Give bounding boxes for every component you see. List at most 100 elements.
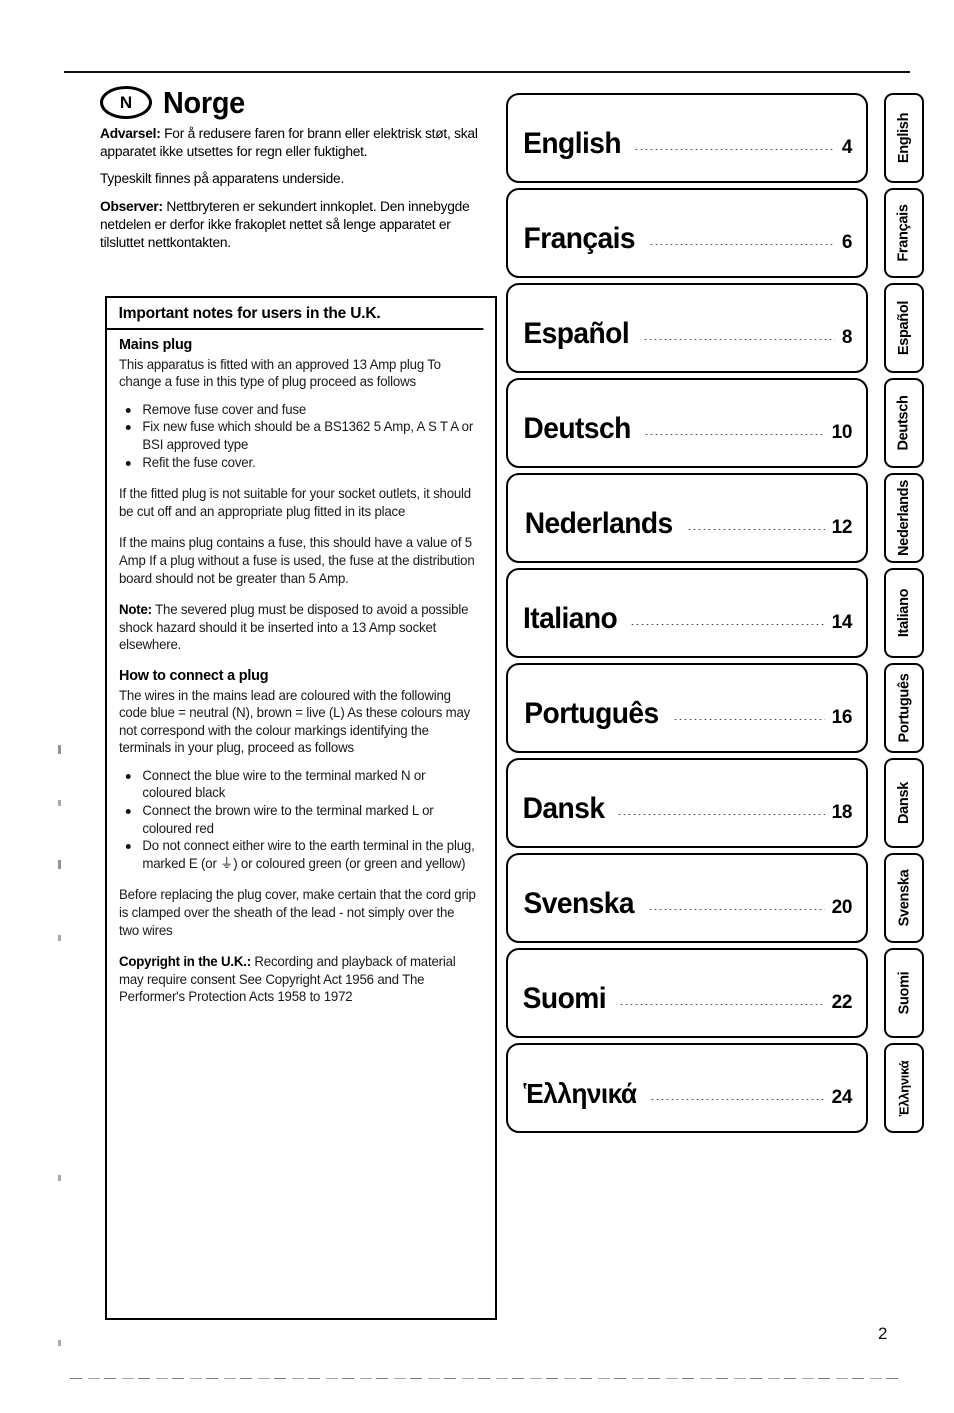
dot-leader	[634, 144, 835, 150]
page-reference: 20	[831, 897, 853, 918]
language-entry-français[interactable]: Français 6	[506, 188, 868, 278]
uk-notes-title: Important notes for users in the U.K.	[107, 298, 484, 330]
copyright-paragraph: Copyright in the U.K.: Recording and pla…	[119, 953, 476, 1006]
language-label: English	[523, 127, 622, 160]
mains-plug-steps: Remove fuse cover and fuse Fix new fuse …	[119, 401, 485, 471]
observer-paragraph: Observer: Nettbryteren er sekundert innk…	[100, 198, 488, 253]
language-entry-row: Español 8	[520, 317, 852, 351]
language-tab-strip: English Français Español Deutsch Nederlands I…	[884, 93, 924, 1138]
language-tab-label: Español	[896, 300, 912, 356]
language-tab-deutsch[interactable]: Deutsch	[884, 378, 924, 468]
language-tab-português[interactable]: Português	[884, 663, 924, 753]
uk-notes-box: Important notes for users in the U.K. Ma…	[105, 296, 497, 1320]
language-entry-deutsch[interactable]: Deutsch 10	[506, 378, 868, 468]
language-entry-row: Nederlands 12	[520, 507, 853, 541]
language-label: Nederlands	[524, 507, 674, 540]
norway-notice-section: N Norge Advarsel: For å redusere faren f…	[100, 86, 500, 261]
list-item: Do not connect either wire to the earth …	[119, 837, 476, 872]
language-tab-label: Français	[896, 204, 912, 262]
country-heading: N Norge	[100, 86, 500, 119]
language-entry-svenska[interactable]: Svenska 20	[506, 853, 868, 943]
cord-grip-paragraph: Before replacing the plug cover, make ce…	[119, 887, 476, 938]
language-entry-row: English 4	[520, 127, 852, 161]
language-label: Dansk	[522, 792, 605, 825]
language-tab-dansk[interactable]: Dansk	[884, 758, 924, 848]
language-entry-italiano[interactable]: Italiano 14	[506, 568, 868, 658]
language-entry-row: Ἑλληνικά 24	[520, 1078, 853, 1110]
top-rule	[64, 71, 910, 73]
language-label: Suomi	[522, 982, 607, 1015]
language-contents-list: English 4 Français 6 Español 8 Deutsch 10 Nederl…	[506, 93, 868, 1138]
language-label: Français	[523, 222, 636, 255]
language-tab-label: Nederlands	[896, 480, 913, 556]
severed-plug-note: Note: The severed plug must be disposed …	[119, 601, 476, 654]
language-tab-français[interactable]: Français	[884, 188, 924, 278]
language-entry-row: Français 6	[520, 222, 853, 256]
page-reference: 8	[841, 327, 853, 348]
country-code-badge: N	[100, 86, 152, 119]
language-entry-suomi[interactable]: Suomi 22	[506, 948, 868, 1038]
language-tab-nederlands[interactable]: Nederlands	[884, 473, 924, 563]
language-entry-português[interactable]: Português 16	[506, 663, 868, 753]
language-tab-italiano[interactable]: Italiano	[884, 568, 924, 658]
page-reference: 4	[841, 137, 853, 158]
dot-leader	[648, 239, 835, 245]
list-item: Connect the brown wire to the terminal m…	[119, 802, 476, 837]
language-entry-row: Italiano 14	[520, 602, 852, 636]
language-entry-nederlands[interactable]: Nederlands 12	[506, 473, 868, 563]
margin-tick	[58, 745, 61, 754]
list-item: Refit the fuse cover.	[119, 454, 476, 472]
language-label: Español	[523, 317, 630, 350]
language-entry-row: Dansk 18	[520, 792, 853, 826]
page-reference: 24	[831, 1087, 853, 1108]
typeplate-text: Typeskilt finnes på apparatens underside…	[100, 171, 345, 188]
language-tab-label: Italiano	[896, 588, 913, 638]
language-entry-español[interactable]: Español 8	[506, 283, 868, 373]
page-reference: 18	[831, 802, 853, 823]
margin-tick	[58, 860, 61, 869]
dot-leader	[647, 904, 825, 910]
language-tab-label: Ἑλληνικά	[896, 1060, 912, 1116]
observer-lead: Observer:	[100, 198, 163, 215]
margin-tick	[58, 1175, 61, 1181]
note-lead: Note:	[119, 602, 152, 618]
margin-tick	[58, 800, 61, 806]
page-number: 2	[878, 1324, 888, 1343]
language-entry-dansk[interactable]: Dansk 18	[506, 758, 868, 848]
page-reference: 22	[831, 992, 853, 1013]
page-title: Norge	[163, 85, 245, 120]
warning-lead: Advarsel:	[100, 126, 161, 142]
bottom-rule	[70, 1378, 900, 1379]
typeplate-paragraph: Typeskilt finnes på apparatens underside…	[100, 170, 488, 188]
warning-paragraph: Advarsel: For å redusere faren for brann…	[100, 125, 488, 161]
language-tab-suomi[interactable]: Suomi	[884, 948, 924, 1038]
dot-leader	[642, 334, 835, 340]
page-reference: 16	[831, 707, 853, 728]
language-tab-label: Português	[896, 673, 913, 743]
language-label: Svenska	[523, 887, 635, 920]
dot-leader	[618, 999, 825, 1005]
mains-plug-intro: This apparatus is fitted with an approve…	[119, 356, 441, 390]
unsuitable-plug-paragraph: If the fitted plug is not suitable for y…	[119, 486, 471, 519]
language-entry-row: Português 16	[520, 697, 852, 731]
language-entry-row: Deutsch 10	[520, 412, 852, 446]
list-item: Connect the blue wire to the terminal ma…	[119, 767, 476, 802]
language-tab-label: Suomi	[896, 971, 912, 1015]
language-tab-label: Deutsch	[896, 395, 913, 451]
margin-tick	[58, 1340, 61, 1346]
language-entry-english[interactable]: English 4	[506, 93, 868, 183]
language-tab-english[interactable]: English	[884, 93, 924, 183]
page-reference: 10	[831, 422, 853, 443]
language-tab-español[interactable]: Español	[884, 283, 924, 373]
language-tab-svenska[interactable]: Svenska	[884, 853, 924, 943]
dot-leader	[617, 809, 825, 815]
language-tab-ἑλληνικά[interactable]: Ἑλληνικά	[884, 1043, 924, 1133]
language-entry-ἑλληνικά[interactable]: Ἑλληνικά 24	[506, 1043, 868, 1133]
note-text: The severed plug must be disposed to avo…	[119, 602, 469, 653]
page-reference: 14	[831, 612, 853, 633]
connect-plug-heading: How to connect a plug	[119, 667, 269, 684]
fuse-value-paragraph: If the mains plug contains a fuse, this …	[119, 535, 475, 586]
language-label: Ἑλληνικά	[523, 1078, 637, 1109]
